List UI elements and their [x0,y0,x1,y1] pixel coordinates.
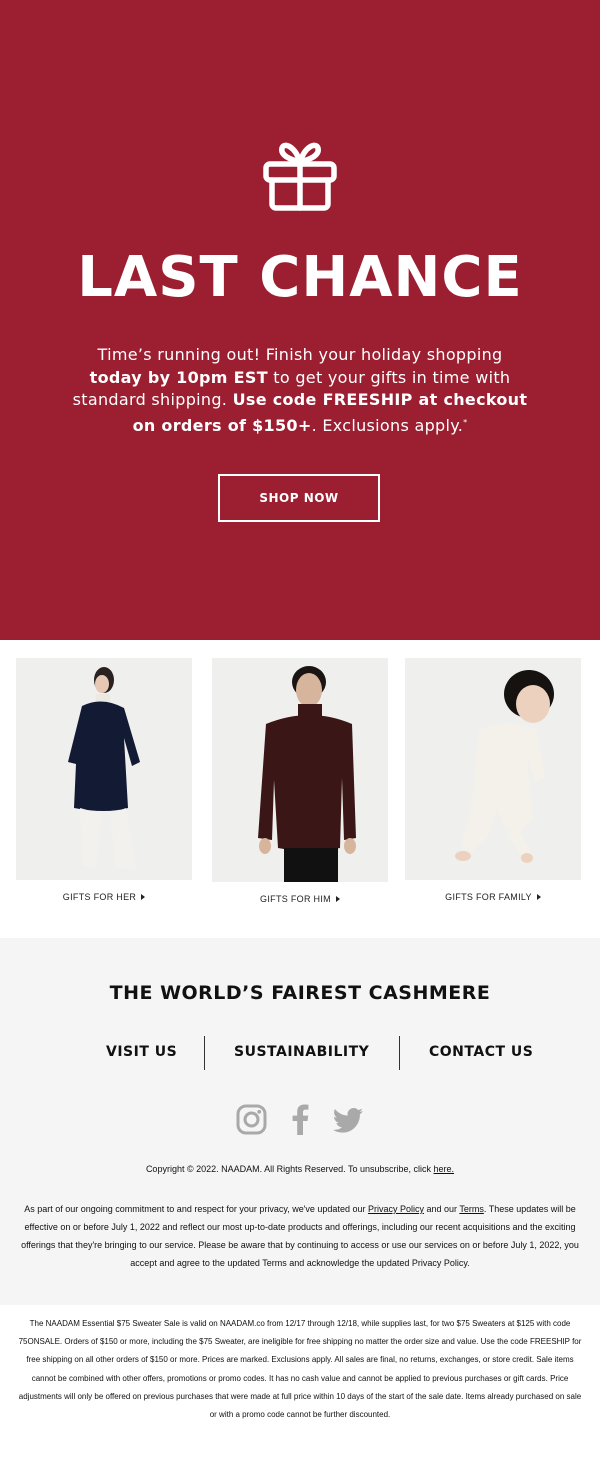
hero-banner: LAST CHANCE Time’s running out! Finish y… [0,0,600,640]
caret-right-icon [335,896,340,902]
nav-divider [399,1036,400,1070]
sale-terms: The NAADAM Essential $75 Sweater Sale is… [0,1305,600,1459]
social-links [0,1104,600,1135]
nav-visit-us[interactable]: VISIT US [106,1044,177,1060]
nav-contact-us[interactable]: CONTACT US [429,1044,533,1060]
gift-card-family[interactable]: GIFTS FOR FAMILY [405,658,581,902]
brand-tagline: THE WORLD’S FAIREST CASHMERE [109,982,491,1004]
twitter-icon[interactable] [333,1108,363,1133]
instagram-icon[interactable] [236,1104,267,1135]
facebook-icon[interactable] [291,1104,309,1135]
shop-now-button[interactable]: SHOP NOW [218,474,380,522]
footer: THE WORLD’S FAIREST CASHMERE VISIT US SU… [0,938,600,1305]
unsubscribe-link[interactable]: here. [434,1164,455,1174]
gift-card-him[interactable]: GIFTS FOR HIM [212,658,388,904]
family-photo[interactable] [405,658,581,880]
product-grid: GIFTS FOR HER GIFTS FOR HIM GIFTS FOR FA… [0,640,600,938]
footer-nav: VISIT US SUSTAINABILITY CONTACT US [0,1036,600,1070]
privacy-policy-link[interactable]: Privacy Policy [368,1204,424,1214]
nav-sustainability[interactable]: SUSTAINABILITY [234,1044,369,1060]
gifts-for-him-link[interactable]: GIFTS FOR HIM [212,894,388,904]
hero-copy: Time’s running out! Finish your holiday … [72,345,528,435]
gift-icon [263,142,337,211]
caret-right-icon [141,894,146,900]
terms-link[interactable]: Terms [459,1204,484,1214]
copyright: Copyright © 2022. NAADAM. All Rights Res… [145,1164,455,1174]
nav-divider [204,1036,205,1070]
sale-terms-text: The NAADAM Essential $75 Sweater Sale is… [18,1319,582,1420]
caret-right-icon [536,894,541,900]
gift-card-her[interactable]: GIFTS FOR HER [16,658,192,902]
gifts-for-family-link[interactable]: GIFTS FOR FAMILY [405,892,581,902]
her-photo[interactable] [16,658,192,880]
him-photo[interactable] [212,658,388,882]
privacy-notice: As part of our ongoing commitment to and… [21,1204,579,1268]
gifts-for-her-link[interactable]: GIFTS FOR HER [16,892,192,902]
hero-title: LAST CHANCE [77,245,523,310]
